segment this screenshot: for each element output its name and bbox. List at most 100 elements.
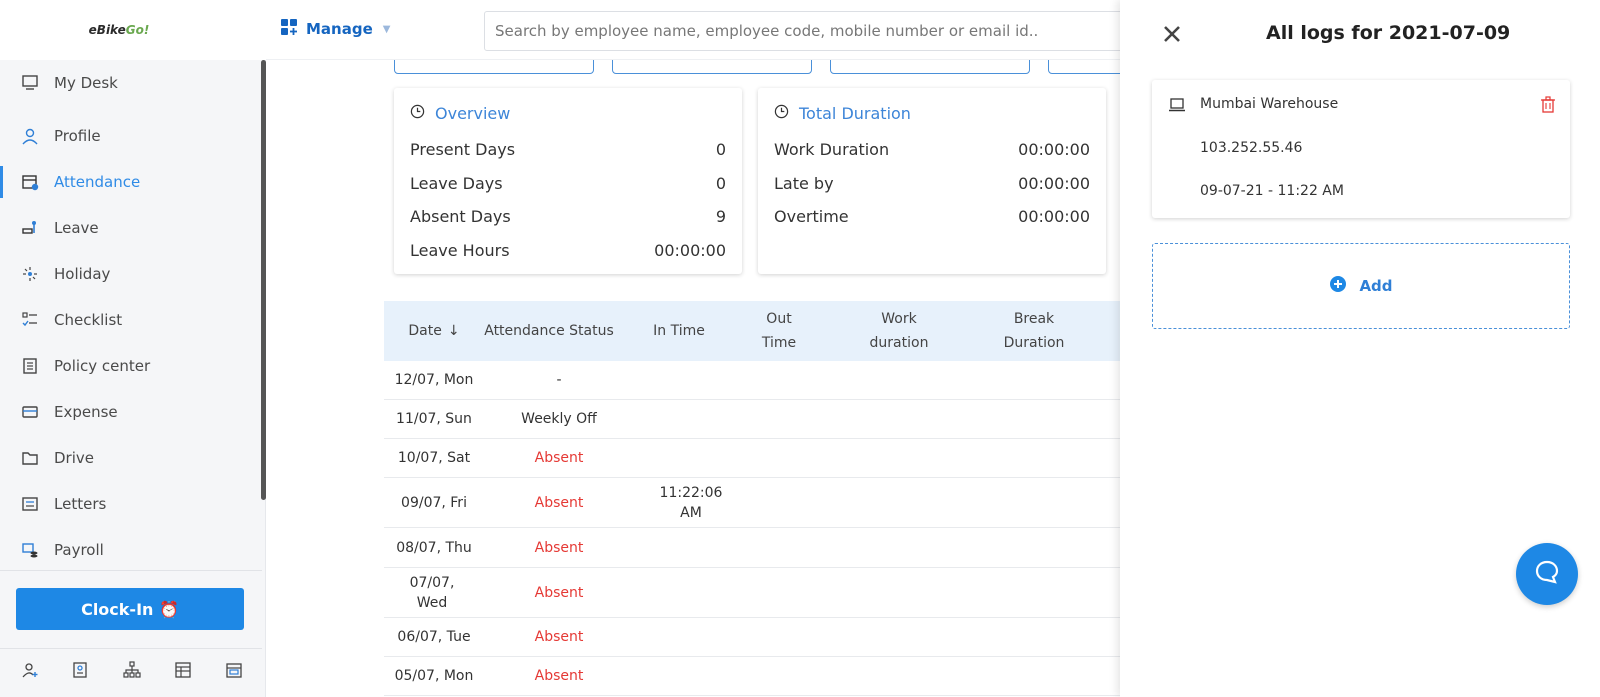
stat-row: Overtime 00:00:00: [774, 207, 1090, 226]
sidebar-item-my-desk[interactable]: My Desk: [0, 63, 262, 103]
request-button[interactable]: · · ·: [1048, 60, 1120, 74]
id-card-icon[interactable]: [70, 660, 90, 680]
chat-support-button[interactable]: [1516, 543, 1578, 605]
sidebar-item-drive[interactable]: Drive: [0, 438, 262, 478]
main-content: · · · · · · · · · · · · · · · · · · · · …: [266, 60, 1120, 697]
sidebar-item-label: Policy center: [54, 357, 151, 375]
plus-circle-icon: [1329, 275, 1347, 297]
card-title: Overview: [410, 104, 510, 123]
calendar-grid-icon[interactable]: [224, 660, 244, 680]
sidebar-item-checklist[interactable]: Checklist: [0, 300, 262, 340]
sidebar-item-payroll[interactable]: Payroll: [0, 530, 262, 570]
org-chart-icon[interactable]: [122, 660, 142, 680]
sidebar-item-label: Checklist: [54, 311, 123, 329]
sidebar-item-label: My Desk: [54, 74, 118, 92]
search-input[interactable]: [484, 11, 1144, 51]
sidebar-nav: My Desk Profile Attendance Leave Holiday…: [0, 60, 262, 570]
chat-bubble-icon: [1533, 558, 1561, 590]
laptop-icon: [1168, 98, 1186, 116]
sidebar-item-leave[interactable]: Leave: [0, 208, 262, 248]
sidebar-item-policy-center[interactable]: Policy center: [0, 346, 262, 386]
cell-date: 05/07, Mon: [394, 668, 474, 684]
cell-date: 09/07, Fri: [401, 494, 467, 511]
table-row[interactable]: 07/07, Wed Absent: [384, 568, 1120, 618]
add-log-button[interactable]: Add: [1152, 243, 1570, 329]
cell-date: 06/07, Tue: [397, 629, 471, 645]
cell-status: Absent: [534, 450, 584, 466]
stat-row: Leave Hours 00:00:00: [410, 241, 726, 260]
clock-icon: [410, 104, 425, 123]
holiday-icon: [20, 264, 40, 284]
cell-status: Absent: [534, 629, 584, 645]
column-header-break-duration: Break Duration: [1003, 311, 1065, 351]
cell-status: Absent: [534, 584, 584, 601]
log-ip-address: 103.252.55.46: [1200, 140, 1303, 156]
cell-date: 12/07, Mon: [394, 372, 474, 388]
stat-row: Absent Days 9: [410, 207, 726, 226]
column-header-in-time: In Time: [653, 323, 705, 339]
column-header-work-duration: Work duration: [869, 311, 929, 351]
checklist-icon: [20, 310, 40, 330]
log-location: Mumbai Warehouse: [1200, 96, 1339, 112]
sidebar-item-letters[interactable]: Letters: [0, 484, 262, 524]
cell-date: 11/07, Sun: [396, 411, 472, 427]
table-row[interactable]: 11/07, Sun Weekly Off: [384, 400, 1120, 439]
table-row[interactable]: 09/07, Fri Absent 11:22:06 AM: [384, 478, 1120, 528]
close-icon[interactable]: [1158, 20, 1186, 48]
sidebar-item-holiday[interactable]: Holiday: [0, 254, 262, 294]
card-title: Total Duration: [774, 104, 911, 123]
column-header-out-time: Out Time: [761, 311, 797, 351]
table-row[interactable]: 05/07, Mon Absent: [384, 657, 1120, 696]
clock-in-request-button[interactable]: · · · · · ·: [394, 60, 594, 74]
extra-time-request-button[interactable]: · · · · · ·: [830, 60, 1030, 74]
letters-icon: [20, 494, 40, 514]
logo-area: eBikeGo!: [0, 0, 266, 60]
log-timestamp: 09-07-21 - 11:22 AM: [1200, 183, 1344, 199]
divider: [0, 570, 262, 571]
sidebar-item-profile[interactable]: Profile: [0, 116, 262, 156]
cell-status: Weekly Off: [521, 411, 597, 427]
add-user-icon[interactable]: [20, 660, 40, 680]
desk-icon: [20, 73, 40, 93]
sidebar-item-label: Payroll: [54, 541, 104, 559]
table-row[interactable]: 10/07, Sat Absent: [384, 439, 1120, 478]
sidebar-item-label: Expense: [54, 403, 118, 421]
stat-row: Late by 00:00:00: [774, 174, 1090, 193]
leave-icon: [20, 218, 40, 238]
sidebar-item-expense[interactable]: Expense: [0, 392, 262, 432]
panel-title: All logs for 2021-07-09: [1266, 22, 1511, 44]
bottom-toolbar: [0, 660, 262, 684]
manage-label: Manage: [306, 20, 373, 38]
stat-row: Present Days 0: [410, 140, 726, 159]
cell-status: Absent: [534, 668, 584, 684]
sidebar-item-attendance[interactable]: Attendance: [0, 162, 262, 202]
table-icon[interactable]: [173, 660, 193, 680]
table-row[interactable]: 12/07, Mon -: [384, 361, 1120, 400]
cell-in-time: 11:22:06 AM: [659, 484, 723, 521]
profile-icon: [20, 126, 40, 146]
request-button[interactable]: · · · · · ·: [612, 60, 812, 74]
divider: [0, 648, 262, 649]
column-header-status: Attendance Status: [484, 323, 614, 339]
clock-icon: [774, 104, 789, 123]
chevron-down-icon: ▼: [382, 23, 391, 35]
company-logo[interactable]: eBikeGo!: [89, 23, 150, 37]
grid-plus-icon: [280, 18, 298, 40]
trash-icon[interactable]: [1540, 96, 1556, 118]
stat-row: Work Duration 00:00:00: [774, 140, 1090, 159]
table-header: Date ↓ Attendance Status In Time Out Time…: [384, 301, 1120, 361]
table-row[interactable]: 08/07, Thu Absent: [384, 528, 1120, 568]
cell-status: Absent: [534, 494, 584, 511]
column-header-date[interactable]: Date ↓: [384, 301, 484, 361]
sidebar-item-label: Holiday: [54, 265, 111, 283]
cell-date: 08/07, Thu: [396, 539, 472, 556]
log-entry-card: Mumbai Warehouse 103.252.55.46 09-07-21 …: [1152, 80, 1570, 218]
table-row[interactable]: 06/07, Tue Absent: [384, 618, 1120, 657]
manage-menu[interactable]: Manage ▼: [280, 18, 390, 40]
payroll-icon: [20, 540, 40, 560]
sidebar-item-label: Leave: [54, 219, 99, 237]
clock-in-button[interactable]: Clock-In ⏰: [16, 588, 244, 630]
cell-date: 07/07, Wed: [409, 574, 455, 611]
arrow-down-icon: ↓: [447, 323, 460, 339]
overview-card: Overview Present Days 0 Leave Days 0 Absen…: [394, 88, 742, 274]
